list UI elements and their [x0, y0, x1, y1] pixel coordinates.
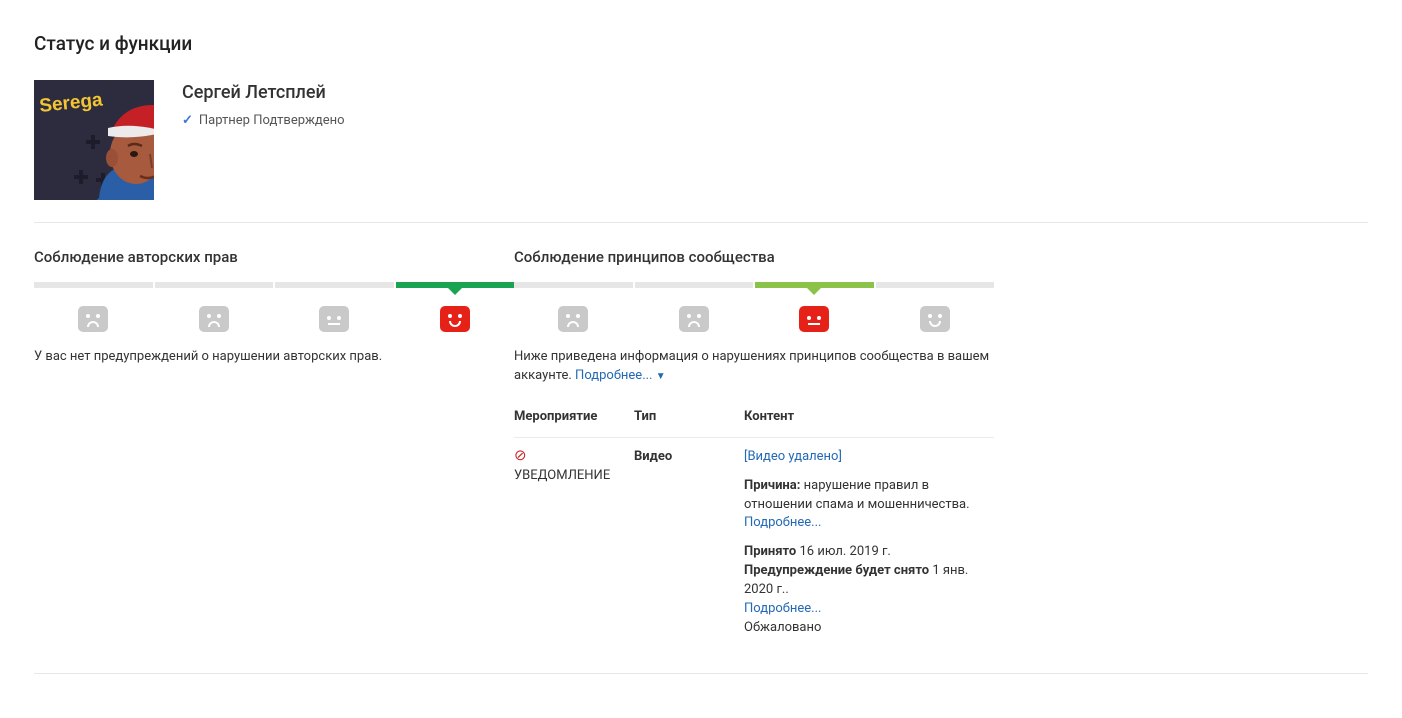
copyright-desc: У вас нет предупреждений о нарушении авт… [34, 348, 514, 367]
cell-content: [Видео удалено] Причина: нарушение прави… [744, 437, 994, 647]
community-face-3 [755, 288, 874, 332]
avatar: Serega [34, 80, 154, 200]
copyright-face-1 [34, 288, 153, 332]
col-type: Тип [634, 398, 744, 437]
community-panel: Соблюдение принципов сообщества [514, 247, 994, 648]
col-event: Мероприятие [514, 398, 634, 437]
copyright-face-2 [155, 288, 274, 332]
meter-pointer-icon [448, 288, 462, 295]
divider [34, 222, 1368, 223]
cell-type: Видео [634, 437, 744, 647]
flat-face-icon [799, 306, 829, 332]
caret-down-icon: ▼ [656, 371, 666, 382]
community-face-1 [514, 288, 633, 332]
type-value: Видео [634, 449, 672, 464]
community-face-4 [876, 288, 995, 332]
forbid-icon: ⊘ [514, 448, 626, 463]
event-label: УВЕДОМЛЕНИЕ [514, 467, 626, 486]
flat-face-icon [319, 306, 349, 332]
sad-face-icon [679, 306, 709, 332]
avatar-image: Serega [34, 80, 154, 200]
partner-status-row: ✓ Партнер Подтверждено [182, 112, 345, 131]
reason-more-link[interactable]: Подробнее... [744, 515, 821, 530]
channel-name: Сергей Летсплей [182, 80, 345, 106]
smile-face-icon [440, 306, 470, 332]
meter-pointer-icon [807, 288, 821, 295]
divider [34, 673, 1368, 674]
sad-face-icon [78, 306, 108, 332]
community-face-2 [635, 288, 754, 332]
strikes-table: Мероприятие Тип Контент ⊘ УВЕДОМЛЕНИЕ Ви… [514, 398, 994, 647]
expire-more-link[interactable]: Подробнее... [744, 601, 821, 616]
sad-face-icon [199, 306, 229, 332]
appeal-status: Обжаловано [744, 619, 986, 638]
accepted-label: Принято [744, 544, 796, 559]
copyright-face-3 [275, 288, 394, 332]
expire-label: Предупреждение будет снято [744, 563, 929, 578]
copyright-face-4 [396, 288, 515, 332]
smile-face-icon [920, 306, 950, 332]
community-faces-row [514, 288, 994, 332]
community-desc: Ниже приведена информация о нарушениях п… [514, 348, 994, 386]
table-header-row: Мероприятие Тип Контент [514, 398, 994, 437]
reason-label: Причина: [744, 478, 800, 493]
video-deleted-link[interactable]: [Видео удалено] [744, 449, 842, 464]
community-title: Соблюдение принципов сообщества [514, 247, 994, 269]
copyright-faces-row [34, 288, 514, 332]
cell-event: ⊘ УВЕДОМЛЕНИЕ [514, 437, 634, 647]
table-row: ⊘ УВЕДОМЛЕНИЕ Видео [Видео удалено] Прич… [514, 437, 994, 647]
copyright-panel: Соблюдение авторских прав [34, 247, 514, 648]
copyright-title: Соблюдение авторских прав [34, 247, 514, 269]
partner-status-text: Партнер Подтверждено [199, 112, 345, 131]
accepted-value: 16 июл. 2019 г. [796, 544, 891, 559]
channel-row: Serega Сергей Летсплей ✓ Партнер Подтвер… [34, 80, 1368, 200]
check-icon: ✓ [182, 112, 193, 131]
col-content: Контент [744, 398, 994, 437]
page-title: Статус и функции [34, 30, 1368, 58]
community-learn-more-link[interactable]: Подробнее... ▼ [575, 368, 666, 383]
sad-face-icon [558, 306, 588, 332]
